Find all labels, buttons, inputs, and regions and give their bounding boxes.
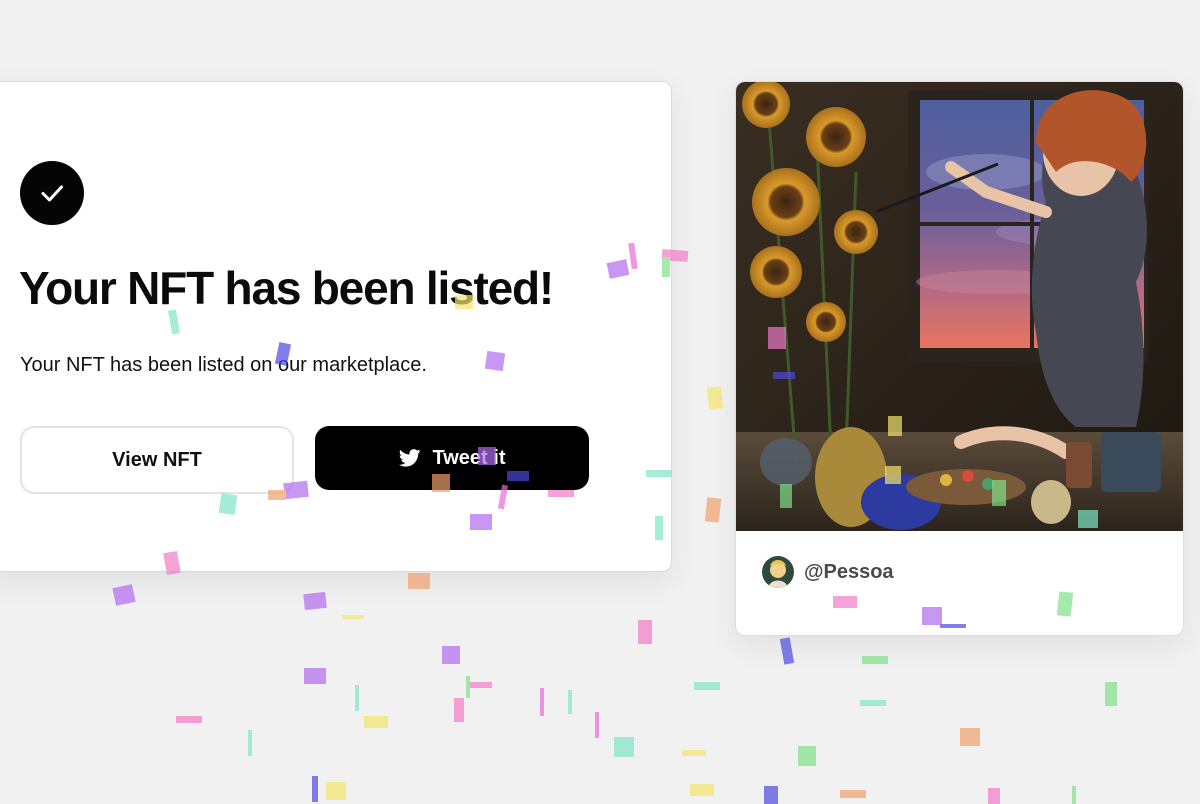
creator-row[interactable]: @Pessoa — [762, 556, 894, 588]
listing-success-card: Your NFT has been listed! Your NFT has b… — [0, 81, 672, 572]
success-headline: Your NFT has been listed! — [19, 262, 554, 314]
check-icon — [20, 161, 84, 225]
creator-avatar[interactable] — [762, 556, 794, 588]
twitter-icon — [398, 449, 421, 467]
tweet-it-button[interactable]: Tweet it — [315, 426, 589, 490]
view-nft-button[interactable]: View NFT — [20, 426, 294, 494]
nft-preview-card[interactable]: @Pessoa — [735, 81, 1184, 636]
creator-handle[interactable]: @Pessoa — [804, 561, 894, 584]
tweet-it-label: Tweet it — [432, 446, 506, 469]
view-nft-label: View NFT — [112, 448, 202, 471]
success-message: Your NFT has been listed on our marketpl… — [20, 354, 427, 376]
nft-artwork-image[interactable] — [736, 82, 1184, 531]
